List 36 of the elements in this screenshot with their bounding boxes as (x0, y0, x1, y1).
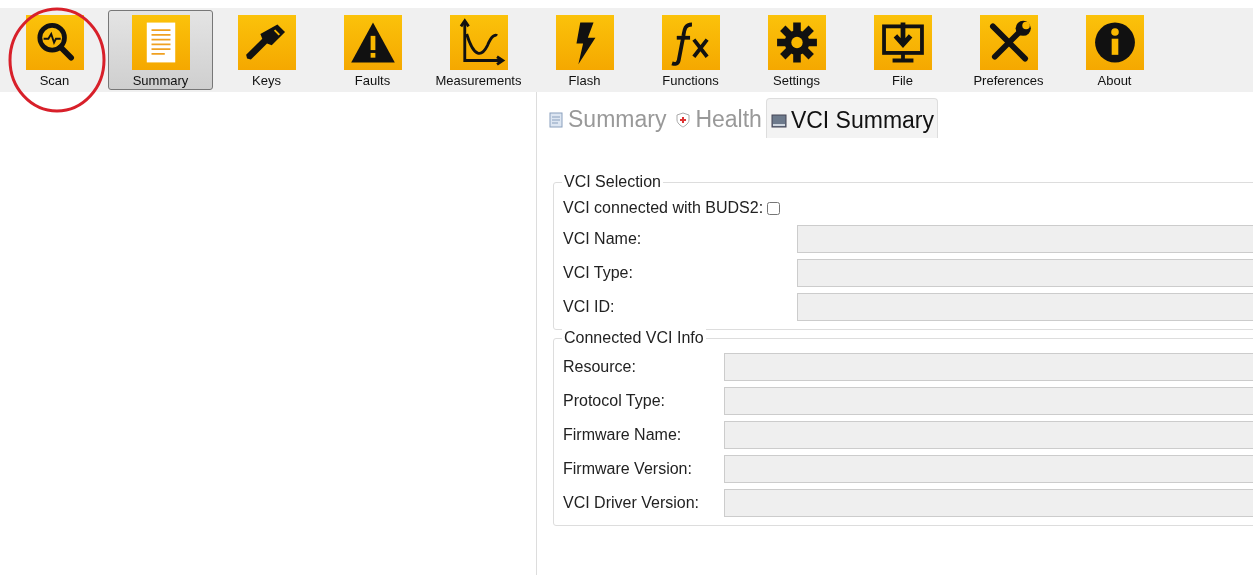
toolbar-button[interactable]: About (1062, 10, 1167, 90)
toolbar-button[interactable]: Summary (108, 10, 213, 90)
drive-icon (769, 111, 788, 130)
tools-icon (979, 15, 1038, 70)
toolbar-button[interactable]: Preferences (956, 10, 1061, 90)
toolbar-button[interactable]: File (850, 10, 955, 90)
toolbar-button[interactable]: Keys (214, 10, 319, 90)
field-label: Firmware Version: (563, 460, 693, 478)
checkbox[interactable] (767, 201, 781, 215)
field-label: VCI ID: (563, 298, 616, 316)
magnifier-icon (25, 15, 84, 70)
field-label: VCI Name: (563, 230, 643, 248)
field-label: Firmware Name: (563, 426, 683, 444)
lightning-icon (555, 15, 614, 70)
document-icon (547, 110, 565, 129)
field-label: Protocol Type: (563, 392, 666, 410)
toolbar-button[interactable]: Settings (744, 10, 849, 90)
checkbox-label: VCI connected with BUDS2: (563, 199, 764, 217)
field-label: VCI Driver Version: (563, 494, 701, 512)
tab[interactable]: VCI Summary (765, 98, 939, 138)
toolbar-button[interactable]: Scan (2, 10, 107, 90)
shield-icon (674, 110, 693, 129)
monitor-download-icon (873, 15, 932, 70)
toolbar-button[interactable]: Functions (638, 10, 743, 90)
key-icon (237, 15, 296, 70)
field-label: Resource: (563, 358, 637, 376)
document-icon (131, 15, 190, 70)
toolbar-button[interactable]: Flash (532, 10, 637, 90)
info-icon (1085, 15, 1144, 70)
field-label: VCI Type: (563, 264, 634, 282)
function-icon (661, 15, 720, 70)
toolbar-button[interactable]: Measurements (426, 10, 531, 90)
graph-icon (449, 15, 508, 70)
warning-icon (343, 15, 402, 70)
gear-icon (767, 15, 826, 70)
toolbar-button[interactable]: Faults (320, 10, 425, 90)
